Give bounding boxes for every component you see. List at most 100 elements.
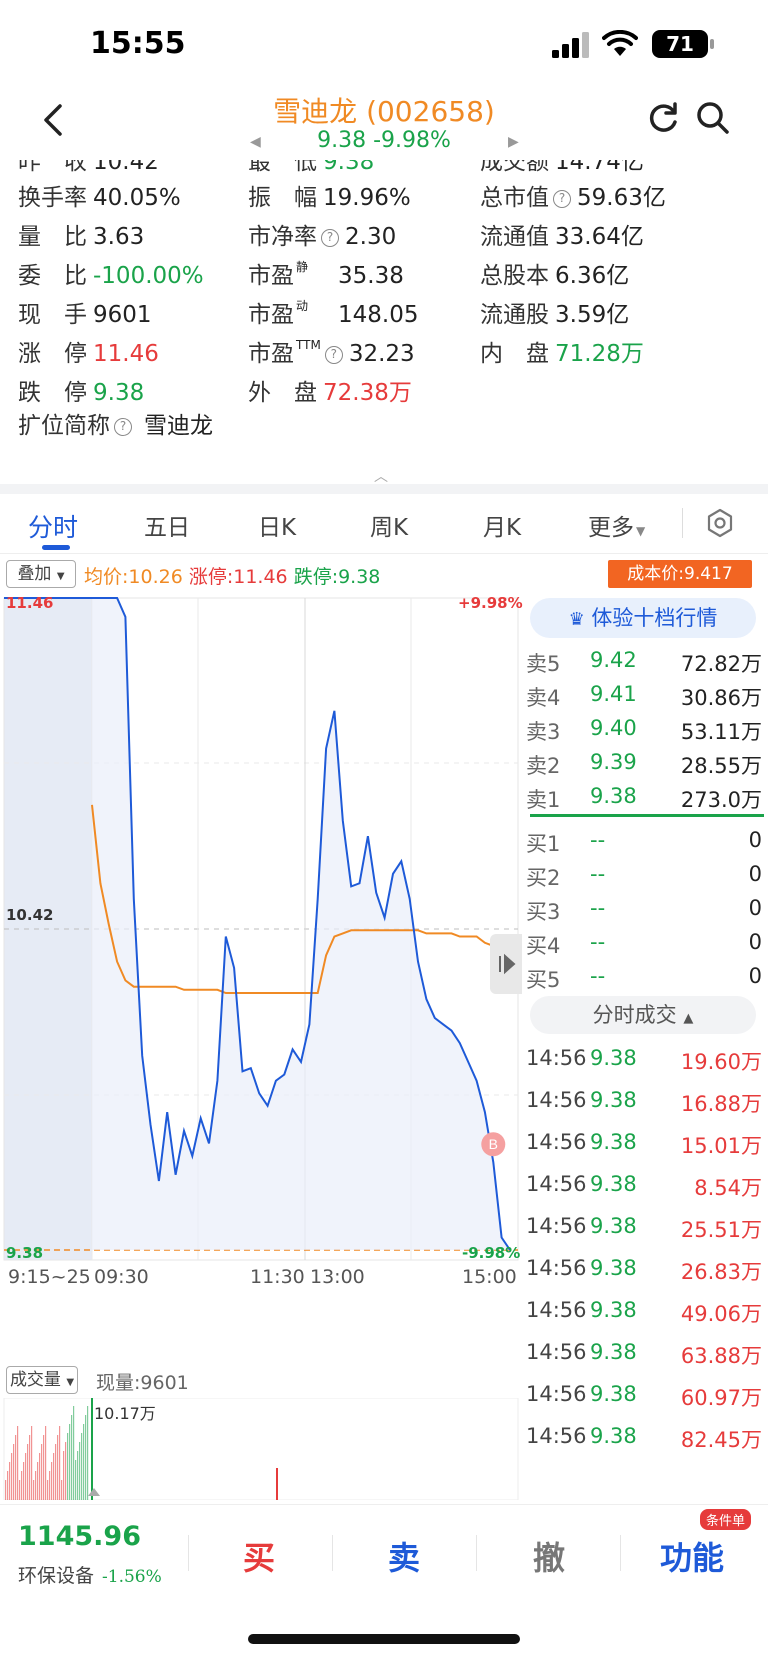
tab-five-day[interactable]: 五日 bbox=[144, 508, 190, 542]
refresh-icon[interactable] bbox=[645, 100, 681, 136]
quote-row: 委 比 -100.00% 市盈静 35.38 总股本 6.36亿 bbox=[18, 260, 630, 289]
bid-row: 买3 -- 0 bbox=[526, 896, 762, 924]
quote-row: 量 比 3.63 市净率? 2.30 流通值 33.64亿 bbox=[18, 224, 644, 250]
search-icon[interactable] bbox=[695, 100, 731, 136]
cellular-signal-icon bbox=[552, 32, 589, 58]
volume-bar bbox=[75, 1460, 77, 1500]
cancel-order-button[interactable]: 撤 bbox=[533, 1533, 565, 1579]
quote-row: 涨 停 11.46 市盈 TTM? 32.23 内 盘 71.28万 bbox=[18, 338, 644, 367]
active-tab-indicator bbox=[42, 545, 70, 550]
volume-bar bbox=[39, 1453, 41, 1500]
bid-row: 买2 -- 0 bbox=[526, 862, 762, 890]
volume-bar bbox=[81, 1433, 83, 1500]
volume-bar bbox=[67, 1433, 69, 1500]
ask-row: 卖4 9.41 30.86万 bbox=[526, 682, 762, 710]
tick-trades-toggle[interactable]: 分时成交 ▲ bbox=[530, 996, 756, 1034]
volume-bar bbox=[85, 1415, 87, 1500]
overlay-dropdown[interactable]: 叠加 ▼ bbox=[6, 560, 76, 588]
volume-bar bbox=[7, 1471, 9, 1500]
volume-bar bbox=[47, 1480, 49, 1500]
level10-quotes-button[interactable]: ♛ 体验十档行情 bbox=[530, 598, 756, 638]
tick-row: 14:56 9.38 25.51万 bbox=[526, 1214, 762, 1242]
order-book: ♛ 体验十档行情 卖5 9.42 72.82万 卖4 9.41 30.86万 卖3 9.4… bbox=[522, 594, 768, 1504]
action-divider bbox=[332, 1535, 333, 1571]
expand-panel-handle[interactable] bbox=[490, 934, 522, 994]
volume-bar bbox=[79, 1442, 81, 1500]
tick-row: 14:56 9.38 8.54万 bbox=[526, 1172, 762, 1200]
quote-row: 现 手 9601 市盈动 148.05 流通股 3.59亿 bbox=[18, 299, 630, 328]
volume-bar bbox=[11, 1453, 13, 1500]
volume-bar bbox=[25, 1453, 27, 1500]
quote-row: 扩位简称? 雪迪龙 bbox=[18, 413, 213, 439]
volume-bar bbox=[17, 1426, 19, 1500]
buy-button[interactable]: 买 bbox=[243, 1533, 275, 1579]
volume-bar bbox=[13, 1444, 15, 1500]
volume-bar bbox=[5, 1480, 7, 1500]
tab-monthly-k[interactable]: 月K bbox=[483, 508, 521, 542]
tab-more[interactable]: 更多 ▼ bbox=[588, 508, 645, 542]
help-icon[interactable]: ? bbox=[114, 418, 132, 436]
indicator-bar: 叠加 ▼ 均价:10.26 涨停:11.46 跌停:9.38 成本价:9.417 bbox=[0, 556, 768, 592]
volume-bar bbox=[59, 1426, 61, 1500]
intraday-chart[interactable]: B 11.46 10.42 9.38 +9.98% -9.98% 9:15~25… bbox=[0, 594, 523, 1340]
functions-button[interactable]: 功能 bbox=[660, 1533, 724, 1579]
volume-bar bbox=[57, 1435, 59, 1500]
collapse-chevron-icon[interactable]: ︿ bbox=[374, 466, 388, 486]
volume-bar: 成交量 ▼ 现量:9601 bbox=[0, 1362, 520, 1398]
tab-intraday[interactable]: 分时 bbox=[28, 508, 78, 544]
action-divider bbox=[476, 1535, 477, 1571]
volume-bar bbox=[31, 1426, 33, 1500]
volume-bar bbox=[63, 1451, 65, 1500]
sell-button[interactable]: 卖 bbox=[388, 1533, 420, 1579]
indicator-values: 均价:10.26 涨停:11.46 跌停:9.38 bbox=[84, 566, 381, 588]
gear-icon[interactable] bbox=[705, 508, 735, 538]
x-label: 9:15~25 bbox=[8, 1266, 91, 1288]
tick-row: 14:56 9.38 60.97万 bbox=[526, 1382, 762, 1410]
x-label: 13:00 bbox=[310, 1266, 365, 1288]
buy-marker-label: B bbox=[489, 1136, 498, 1152]
bid-row: 买1 -- 0 bbox=[526, 828, 762, 856]
volume-chart bbox=[3, 1398, 519, 1500]
status-bar: 15:55 71 bbox=[0, 0, 768, 90]
sector-index[interactable]: 环保设备 -1.56% bbox=[18, 1561, 162, 1588]
crown-icon: ♛ bbox=[568, 609, 585, 630]
volume-bar bbox=[51, 1462, 53, 1500]
cost-price-button[interactable]: 成本价:9.417 bbox=[608, 560, 752, 588]
volume-bars bbox=[5, 1406, 89, 1500]
ask-row: 卖2 9.39 28.55万 bbox=[526, 750, 762, 778]
volume-bar bbox=[33, 1480, 35, 1500]
y-label-mid: 10.42 bbox=[6, 906, 54, 924]
book-separator bbox=[530, 814, 764, 817]
volume-bar bbox=[15, 1435, 17, 1500]
tick-row: 14:56 9.38 82.45万 bbox=[526, 1424, 762, 1452]
volume-max-label: 10.17万 bbox=[94, 1404, 156, 1423]
ask-row: 卖5 9.42 72.82万 bbox=[526, 648, 762, 676]
pct-label-bottom: -9.98% bbox=[462, 1244, 521, 1262]
quote-details: 昨 收 10.42 最 低 9.38 成交额 14.74亿 换手率 40.05% 振 幅… bbox=[0, 160, 768, 460]
tab-weekly-k[interactable]: 周K bbox=[370, 508, 408, 542]
volume-bar bbox=[83, 1424, 85, 1500]
intraday-chart-svg: B bbox=[3, 597, 519, 1261]
tab-daily-k[interactable]: 日K bbox=[258, 508, 296, 542]
sector-index-value[interactable]: 1145.96 bbox=[18, 1521, 141, 1552]
quote-row: 换手率 40.05% 振 幅 19.96% 总市值? 59.63亿 bbox=[18, 185, 666, 211]
status-time: 15:55 bbox=[90, 26, 186, 61]
volume-bar bbox=[65, 1442, 67, 1500]
help-icon[interactable]: ? bbox=[321, 229, 339, 247]
volume-bar bbox=[71, 1415, 73, 1500]
y-label-top: 11.46 bbox=[6, 594, 54, 612]
next-stock-icon[interactable]: ▶ bbox=[508, 134, 519, 150]
tick-row: 14:56 9.38 19.60万 bbox=[526, 1046, 762, 1074]
x-label: 11:30 bbox=[250, 1266, 305, 1288]
help-icon[interactable]: ? bbox=[324, 346, 343, 364]
buy-marker[interactable]: B bbox=[481, 1132, 506, 1157]
volume-bar bbox=[73, 1406, 75, 1500]
volume-bar bbox=[9, 1462, 11, 1500]
tick-row: 14:56 9.38 16.88万 bbox=[526, 1088, 762, 1116]
section-divider bbox=[0, 484, 768, 494]
volume-dropdown[interactable]: 成交量 ▼ bbox=[6, 1366, 78, 1394]
conditional-order-badge: 条件单 bbox=[700, 1509, 752, 1530]
wifi-icon bbox=[602, 30, 638, 56]
help-icon[interactable]: ? bbox=[553, 190, 571, 208]
stock-header: 雪迪龙 (002658) ◀ 9.38 -9.98% ▶ bbox=[0, 90, 768, 160]
